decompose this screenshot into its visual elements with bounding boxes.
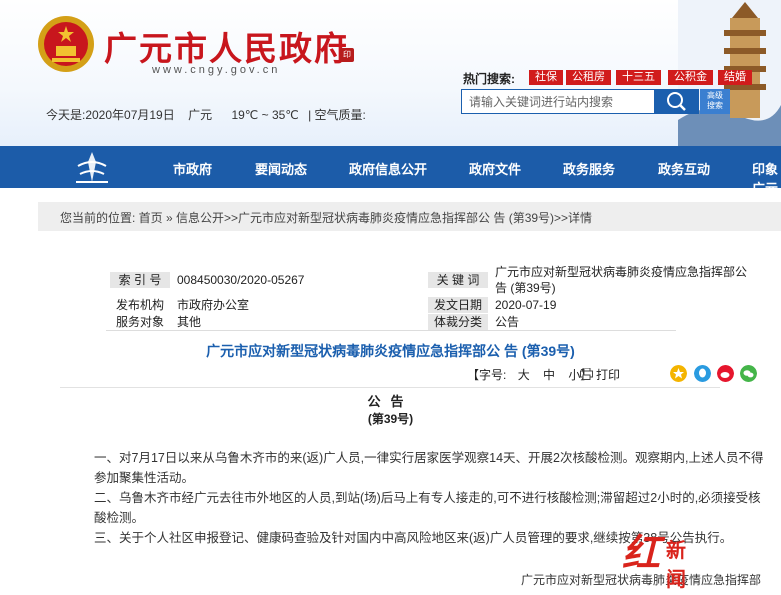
- site-domain: www.cngy.gov.cn: [152, 64, 281, 76]
- today-date: 今天是:2020年07月19日: [46, 108, 175, 122]
- site-title[interactable]: 广元市人民政府: [104, 22, 349, 70]
- font-size-label: 【字号:: [467, 368, 507, 382]
- title-divider: [60, 387, 720, 388]
- national-emblem-icon: [38, 16, 94, 72]
- hot-tag-13th-plan[interactable]: 十三五: [616, 70, 661, 85]
- search-input[interactable]: [462, 90, 666, 113]
- nav-news[interactable]: 要闻动态: [255, 159, 307, 178]
- nav-government-services[interactable]: 政务服务: [563, 159, 615, 178]
- weather-range: 19℃ ~ 35℃: [231, 108, 299, 122]
- hot-tag-social-security[interactable]: 社保: [529, 70, 563, 85]
- nav-government-documents[interactable]: 政府文件: [469, 159, 521, 178]
- hot-tag-marriage[interactable]: 结婚: [718, 70, 752, 85]
- hot-tag-public-housing[interactable]: 公租房: [566, 70, 611, 85]
- air-quality: | 空气质量:: [308, 108, 366, 122]
- font-size-tools: 【字号: 大 中 小】: [467, 366, 596, 383]
- wechat-share-icon[interactable]: [740, 365, 757, 382]
- advanced-search-button[interactable]: 高级 搜索: [700, 89, 730, 114]
- notice-heading: 公告: [367, 394, 414, 409]
- city-logo-icon: [76, 152, 108, 183]
- search-box: [461, 89, 666, 114]
- hot-search-label: 热门搜索:: [463, 72, 515, 86]
- nav-impression-guangyuan[interactable]: 印象广元: [752, 159, 781, 197]
- publisher-label: 发布机构: [115, 298, 164, 312]
- nav-city-government[interactable]: 市政府: [173, 159, 212, 178]
- weibo-share-icon[interactable]: [717, 365, 734, 382]
- qq-share-icon[interactable]: [694, 365, 711, 382]
- index-number-label: 索 引 号: [110, 272, 170, 288]
- breadcrumb[interactable]: 您当前的位置: 首页 » 信息公开>>广元市应对新型冠状病毒肺炎疫情应急指挥部公…: [60, 209, 592, 226]
- date-weather-line: 今天是:2020年07月19日 广元 19℃ ~ 35℃ | 空气质量:: [46, 106, 372, 123]
- notice-number: (第39号): [367, 412, 414, 426]
- notice-paragraph-1: 一、对7月17日以来从乌鲁木齐市的来(返)广人员,一律实行居家医学观察14天、开…: [94, 451, 764, 485]
- date-label: 发文日期: [428, 297, 488, 313]
- index-number-value: 008450030/2020-05267: [177, 273, 305, 287]
- genre-value: 公告: [495, 315, 520, 329]
- font-large-button[interactable]: 大: [518, 368, 530, 382]
- audience-label: 服务对象: [115, 315, 164, 329]
- publisher-value: 市政府办公室: [177, 298, 250, 312]
- notice-paragraph-2: 二、乌鲁木齐市经广元去往市外地区的人员,到站(场)后马上有专人接走的,可不进行核…: [94, 491, 761, 525]
- city-name: 广元: [188, 108, 213, 122]
- search-icon: [667, 92, 686, 111]
- keyword-value: 广元市应对新型冠状病毒肺炎疫情应急指挥部公 告 (第39号): [495, 265, 748, 295]
- seal-icon: 印: [340, 48, 354, 62]
- date-value: 2020-07-19: [495, 298, 557, 312]
- font-medium-button[interactable]: 中: [543, 368, 555, 382]
- printer-icon: [580, 367, 593, 380]
- document-title: 广元市应对新型冠状病毒肺炎疫情应急指挥部公 告 (第39号): [206, 343, 575, 359]
- favorite-star-icon[interactable]: [670, 365, 687, 382]
- print-button[interactable]: 打印: [580, 366, 620, 383]
- keyword-label: 关 键 词: [428, 272, 488, 288]
- search-button[interactable]: [655, 89, 699, 114]
- nav-info-disclosure[interactable]: 政府信息公开: [349, 159, 427, 178]
- print-label: 打印: [596, 368, 621, 382]
- nav-interaction[interactable]: 政务互动: [658, 159, 710, 178]
- audience-value: 其他: [177, 315, 202, 329]
- genre-label: 体裁分类: [428, 314, 488, 330]
- hot-tag-housing-fund[interactable]: 公积金: [668, 70, 713, 85]
- meta-divider: [106, 330, 676, 331]
